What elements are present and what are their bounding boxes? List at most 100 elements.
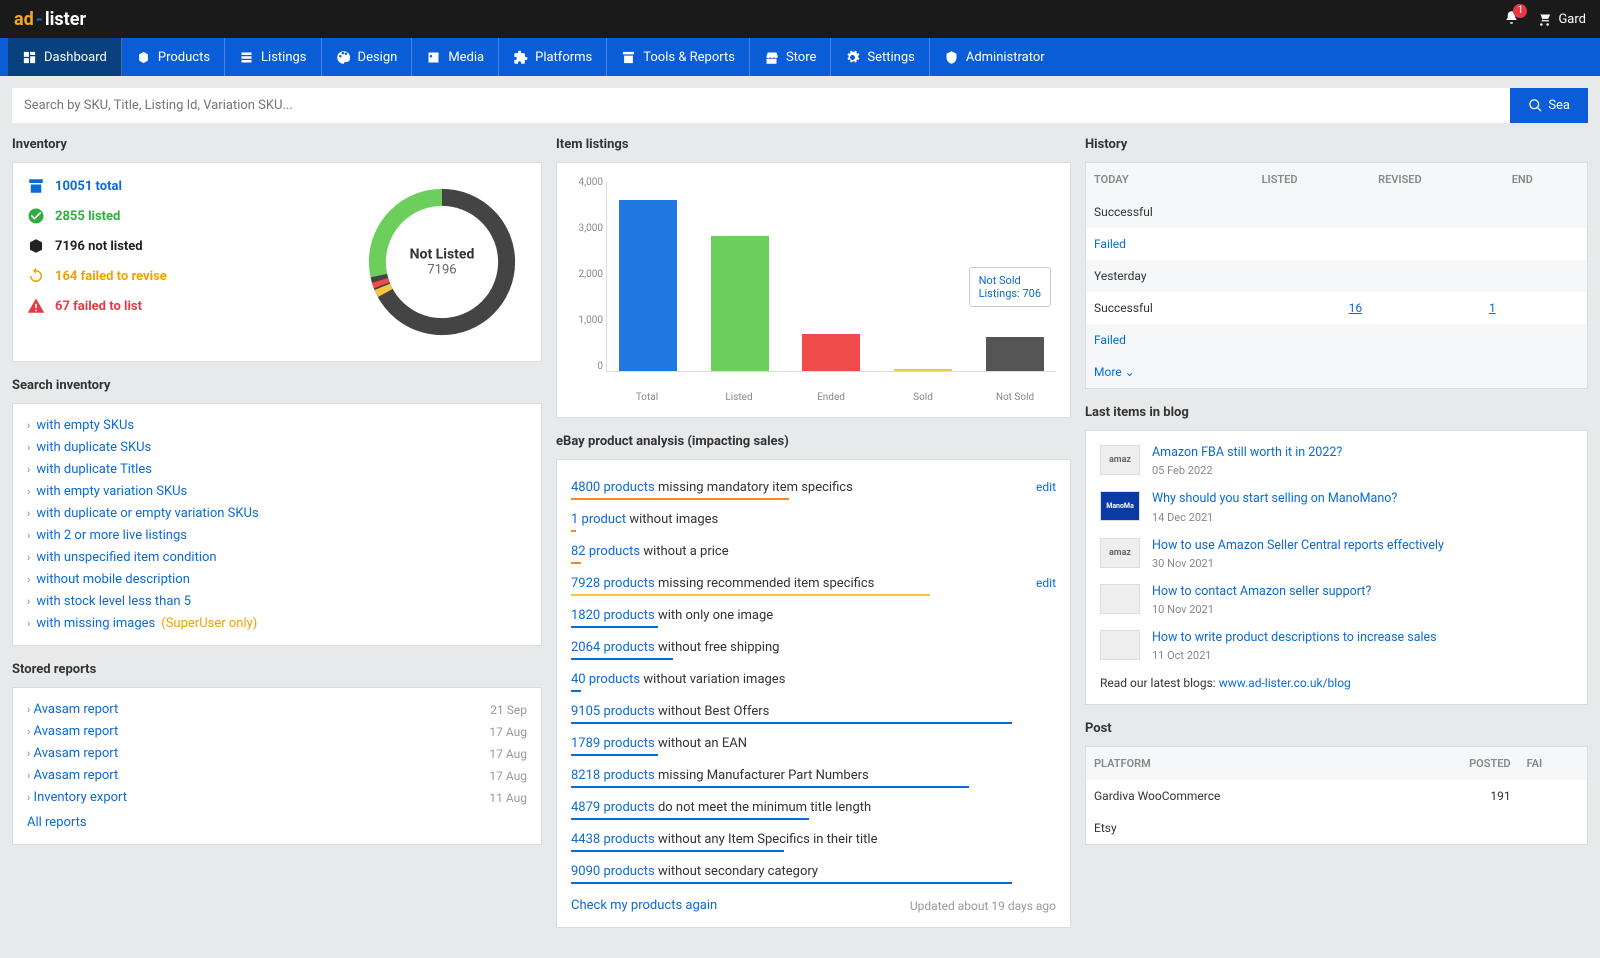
check-icon xyxy=(27,207,45,225)
analysis-count-link[interactable]: 4800 products xyxy=(571,480,655,495)
blog-item[interactable]: amazHow to use Amazon Seller Central rep… xyxy=(1100,538,1573,570)
inv-stat[interactable]: 2855 listed xyxy=(27,207,167,225)
stored-reports-title: Stored reports xyxy=(12,662,542,677)
item-listings-chart-card: 4,0003,0002,0001,0000 Not Sold Listings:… xyxy=(556,162,1071,418)
blog-item[interactable]: amazAmazon FBA still worth it in 2022?05… xyxy=(1100,445,1573,477)
chevron-right-icon: › xyxy=(27,441,30,454)
blog-title: Last items in blog xyxy=(1085,405,1588,420)
chevron-right-icon: › xyxy=(27,551,30,564)
nav-platforms[interactable]: Platforms xyxy=(499,38,607,76)
chevron-right-icon: › xyxy=(27,485,30,498)
search-inv-item[interactable]: ›with 2 or more live listings xyxy=(27,528,527,543)
inv-stat[interactable]: 164 failed to revise xyxy=(27,267,167,285)
blog-item[interactable]: How to contact Amazon seller support?10 … xyxy=(1100,584,1573,616)
blog-link[interactable]: www.ad-lister.co.uk/blog xyxy=(1219,676,1351,690)
analysis-count-link[interactable]: 9090 products xyxy=(571,864,655,879)
post-title: Post xyxy=(1085,721,1588,736)
bar-sold[interactable] xyxy=(894,369,952,371)
analysis-row: 40 products without variation images xyxy=(571,666,1056,698)
history-more[interactable]: More ⌄ xyxy=(1086,356,1587,388)
nav-store[interactable]: Store xyxy=(750,38,831,76)
analysis-row: 9090 products without secondary category xyxy=(571,858,1056,890)
nav-media[interactable]: Media xyxy=(412,38,499,76)
analysis-count-link[interactable]: 4438 products xyxy=(571,832,655,847)
user-menu[interactable]: Gard xyxy=(1537,12,1586,27)
search-inventory-card: ›with empty SKUs ›with duplicate SKUs ›wit… xyxy=(12,403,542,646)
bar-total[interactable] xyxy=(619,200,677,371)
item-listings-title: Item listings xyxy=(556,137,1071,152)
chevron-right-icon: › xyxy=(27,573,30,586)
search-inv-item[interactable]: ›with missing images (SuperUser only) xyxy=(27,616,527,631)
inv-stat[interactable]: 10051 total xyxy=(27,177,167,195)
analysis-count-link[interactable]: 8218 products xyxy=(571,768,655,783)
report-item[interactable]: › Avasam report21 Sep xyxy=(27,702,527,717)
analysis-count-link[interactable]: 9105 products xyxy=(571,704,655,719)
search-inv-item[interactable]: ›with unspecified item condition xyxy=(27,550,527,565)
nav-settings[interactable]: Settings xyxy=(831,38,929,76)
post-card: PLATFORMPOSTEDFAIGardiva WooCommerce191E… xyxy=(1085,746,1588,845)
nav-administrator[interactable]: Administrator xyxy=(930,38,1059,76)
analysis-row: 4879 products do not meet the minimum ti… xyxy=(571,794,1056,826)
all-reports-link[interactable]: All reports xyxy=(27,815,87,830)
search-icon xyxy=(1528,98,1543,113)
header-top: ad-lister 1 Gard xyxy=(0,0,1600,38)
analysis-row: 1789 products without an EAN xyxy=(571,730,1056,762)
analysis-count-link[interactable]: 1 product xyxy=(571,512,626,527)
analysis-count-link[interactable]: 2064 products xyxy=(571,640,655,655)
inv-stat[interactable]: 7196 not listed xyxy=(27,237,167,255)
history-card: TODAYLISTEDREVISEDENDSuccessfulFailedYes… xyxy=(1085,162,1588,389)
analysis-count-link[interactable]: 1789 products xyxy=(571,736,655,751)
analysis-row: 4800 products missing mandatory item spe… xyxy=(571,474,1056,506)
check-products-link[interactable]: Check my products again xyxy=(571,898,717,913)
search-inv-item[interactable]: ›with duplicate Titles xyxy=(27,462,527,477)
report-item[interactable]: › Avasam report17 Aug xyxy=(27,724,527,739)
main-nav: DashboardProductsListingsDesignMediaPlat… xyxy=(0,38,1600,76)
analysis-title: eBay product analysis (impacting sales) xyxy=(556,434,1071,449)
nav-dashboard[interactable]: Dashboard xyxy=(8,38,122,76)
report-item[interactable]: › Inventory export11 Aug xyxy=(27,790,527,805)
report-item[interactable]: › Avasam report17 Aug xyxy=(27,768,527,783)
chevron-right-icon: › xyxy=(27,507,30,520)
report-item[interactable]: › Avasam report17 Aug xyxy=(27,746,527,761)
notifications-button[interactable]: 1 xyxy=(1504,10,1519,29)
warn-icon xyxy=(27,297,45,315)
nav-design[interactable]: Design xyxy=(322,38,413,76)
edit-link[interactable]: edit xyxy=(1036,480,1056,494)
bar-listed[interactable] xyxy=(711,236,769,371)
analysis-count-link[interactable]: 40 products xyxy=(571,672,640,687)
post-row: Gardiva WooCommerce191 xyxy=(1086,780,1587,812)
chevron-right-icon: › xyxy=(27,703,30,716)
media-icon xyxy=(426,50,441,65)
logo[interactable]: ad-lister xyxy=(14,9,86,30)
search-inv-item[interactable]: ›with duplicate or empty variation SKUs xyxy=(27,506,527,521)
nav-listings[interactable]: Listings xyxy=(225,38,321,76)
platforms-icon xyxy=(513,50,528,65)
history-row: Failed xyxy=(1086,324,1587,356)
analysis-count-link[interactable]: 82 products xyxy=(571,544,640,559)
blog-item[interactable]: ManoMaWhy should you start selling on Ma… xyxy=(1100,491,1573,523)
search-button[interactable]: Sea xyxy=(1510,88,1588,123)
analysis-count-link[interactable]: 1820 products xyxy=(571,608,655,623)
nav-tools-reports[interactable]: Tools & Reports xyxy=(607,38,750,76)
analysis-row: 7928 products missing recommended item s… xyxy=(571,570,1056,602)
blog-item[interactable]: How to write product descriptions to inc… xyxy=(1100,630,1573,662)
history-title: History xyxy=(1085,137,1588,152)
edit-link[interactable]: edit xyxy=(1036,576,1056,590)
analysis-count-link[interactable]: 4879 products xyxy=(571,800,655,815)
analysis-row: 9105 products without Best Offers xyxy=(571,698,1056,730)
search-inv-item[interactable]: ›with empty variation SKUs xyxy=(27,484,527,499)
bar-ended[interactable] xyxy=(802,334,860,371)
search-inv-item[interactable]: ›with empty SKUs xyxy=(27,418,527,433)
settings-icon xyxy=(845,50,860,65)
inv-stat[interactable]: 67 failed to list xyxy=(27,297,167,315)
search-input[interactable] xyxy=(12,88,1510,123)
analysis-count-link[interactable]: 7928 products xyxy=(571,576,655,591)
nav-products[interactable]: Products xyxy=(122,38,225,76)
search-bar: Sea xyxy=(12,88,1588,123)
search-inv-item[interactable]: ›without mobile description xyxy=(27,572,527,587)
analysis-row: 8218 products missing Manufacturer Part … xyxy=(571,762,1056,794)
bar-not sold[interactable] xyxy=(986,337,1044,371)
search-inv-item[interactable]: ›with duplicate SKUs xyxy=(27,440,527,455)
search-inv-item[interactable]: ›with stock level less than 5 xyxy=(27,594,527,609)
chevron-right-icon: › xyxy=(27,791,30,804)
